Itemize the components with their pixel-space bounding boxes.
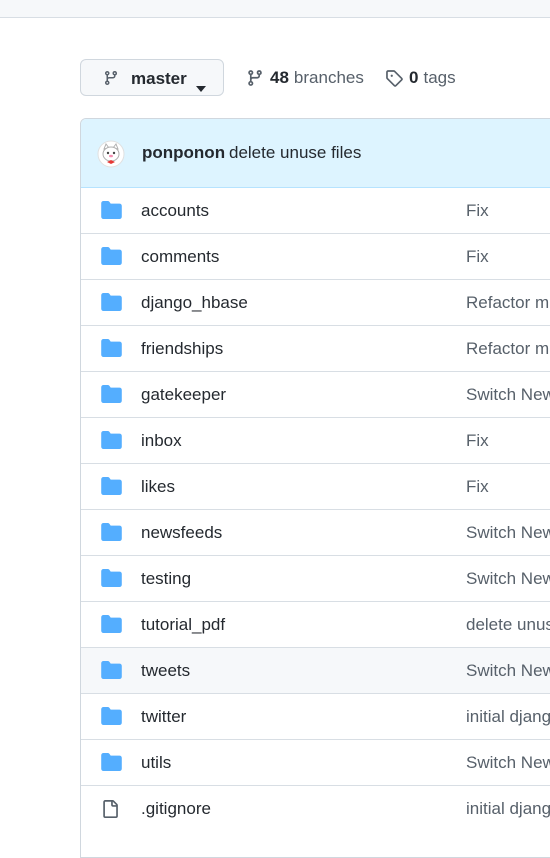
commit-message-link[interactable]: Refactor m [466, 339, 549, 359]
file-name-link[interactable]: friendships [141, 339, 223, 359]
commit-message-link[interactable]: Fix [466, 477, 489, 497]
commit-message-link[interactable]: Switch New [466, 753, 550, 773]
commit-message-link[interactable]: Switch New [466, 661, 550, 681]
tags-count: 0 [409, 68, 419, 87]
folder-icon [101, 477, 122, 500]
file-row[interactable]: inbox Fix [81, 417, 550, 463]
file-name-link[interactable]: likes [141, 477, 175, 497]
tags-link[interactable]: 0 tags [385, 67, 456, 89]
folder-icon [101, 385, 122, 408]
commit-message-link[interactable]: initial djang [466, 707, 550, 727]
folder-icon [101, 661, 122, 684]
file-row[interactable]: .gitignore initial djang [81, 785, 550, 831]
file-row[interactable]: tutorial_pdf delete unus [81, 601, 550, 647]
tag-icon [386, 70, 403, 87]
branches-label: branches [293, 68, 364, 87]
folder-icon [101, 707, 122, 730]
file-row[interactable]: testing Switch New [81, 555, 550, 601]
tags-label: tags [423, 68, 456, 87]
folder-icon [101, 247, 122, 270]
file-list: accounts Fix comments Fix django_hbase R… [81, 188, 550, 831]
file-name-link[interactable]: newsfeeds [141, 523, 222, 543]
commit-message-link[interactable]: Switch New [466, 523, 550, 543]
file-row[interactable]: likes Fix [81, 463, 550, 509]
commit-message-link[interactable]: delete unuse files [229, 143, 361, 163]
commit-message-link[interactable]: delete unus [466, 615, 550, 635]
avatar[interactable] [97, 140, 125, 173]
file-row[interactable]: newsfeeds Switch New [81, 509, 550, 555]
commit-message-link[interactable]: Fix [466, 201, 489, 221]
top-bar [0, 0, 550, 18]
folder-icon [101, 753, 122, 776]
file-row[interactable]: comments Fix [81, 233, 550, 279]
file-icon [101, 799, 119, 824]
file-name-link[interactable]: twitter [141, 707, 186, 727]
git-branch-icon [248, 70, 262, 86]
file-row[interactable]: utils Switch New [81, 739, 550, 785]
file-row[interactable]: friendships Refactor m [81, 325, 550, 371]
file-name-link[interactable]: inbox [141, 431, 182, 451]
file-name-link[interactable]: utils [141, 753, 171, 773]
commit-message-link[interactable]: Refactor m [466, 293, 549, 313]
folder-icon [101, 523, 122, 546]
commit-message-link[interactable]: Switch New [466, 385, 550, 405]
commit-message-link[interactable]: Fix [466, 247, 489, 267]
caret-down-icon [196, 77, 206, 97]
branch-selector-button[interactable]: master [80, 59, 224, 96]
file-name-link[interactable]: accounts [141, 201, 209, 221]
file-row[interactable]: django_hbase Refactor m [81, 279, 550, 325]
branches-count: 48 [270, 68, 289, 87]
file-name-link[interactable]: gatekeeper [141, 385, 226, 405]
branches-link[interactable]: 48 branches [246, 67, 364, 89]
folder-icon [101, 615, 122, 638]
branch-name: master [131, 69, 187, 88]
file-row[interactable]: accounts Fix [81, 188, 550, 233]
folder-icon [101, 293, 122, 316]
folder-icon [101, 431, 122, 454]
folder-icon [101, 201, 122, 224]
file-name-link[interactable]: testing [141, 569, 191, 589]
file-name-link[interactable]: comments [141, 247, 219, 267]
file-row[interactable]: twitter initial djang [81, 693, 550, 739]
file-name-link[interactable]: tweets [141, 661, 190, 681]
folder-icon [101, 569, 122, 592]
latest-commit-bar: ponponon delete unuse files [81, 119, 550, 188]
commit-message-link[interactable]: Switch New [466, 569, 550, 589]
file-browser: ponponon delete unuse files accounts Fix… [80, 118, 550, 858]
file-name-link[interactable]: tutorial_pdf [141, 615, 225, 635]
git-branch-icon [103, 70, 119, 91]
commit-author-link[interactable]: ponponon [142, 143, 225, 163]
file-name-link[interactable]: .gitignore [141, 799, 211, 819]
file-row[interactable]: tweets Switch New [81, 647, 550, 693]
commit-message-link[interactable]: Fix [466, 431, 489, 451]
folder-icon [101, 339, 122, 362]
file-row[interactable]: gatekeeper Switch New [81, 371, 550, 417]
file-name-link[interactable]: django_hbase [141, 293, 248, 313]
commit-message-link[interactable]: initial djang [466, 799, 550, 819]
